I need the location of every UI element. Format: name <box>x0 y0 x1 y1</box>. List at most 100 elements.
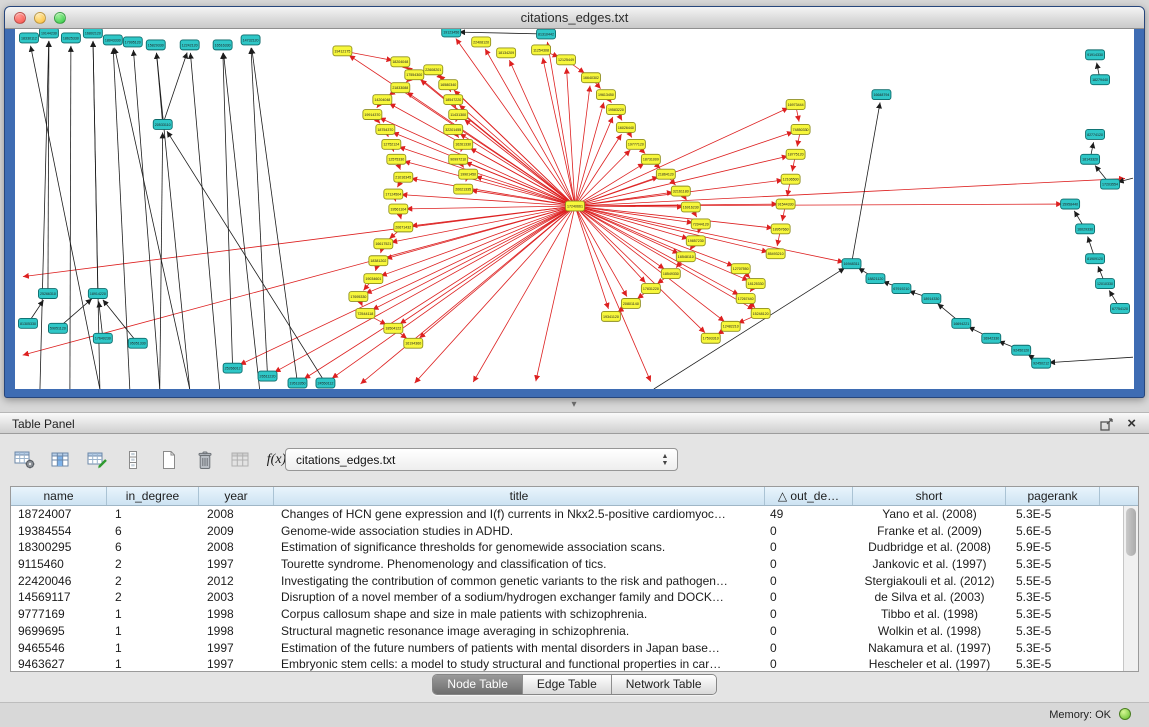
graph-edge[interactable] <box>575 206 645 283</box>
graph-edge[interactable] <box>399 147 575 206</box>
column-header-1[interactable]: in_degree <box>107 487 199 505</box>
graph-edge[interactable] <box>536 206 575 381</box>
tab-network-table[interactable]: Network Table <box>611 675 716 694</box>
graph-edge[interactable] <box>575 206 768 252</box>
table-toolbar: f(x) <box>12 447 289 473</box>
table-cell: Stergiakouli et al. (2012) <box>853 573 1006 590</box>
table-row[interactable]: 946554611997Estimation of the future num… <box>11 640 1123 657</box>
table-settings-icon[interactable] <box>12 448 37 472</box>
graph-edge[interactable] <box>459 32 546 34</box>
table-row[interactable]: 2242004622012Investigating the contribut… <box>11 573 1123 590</box>
tab-edge-table[interactable]: Edge Table <box>522 675 611 694</box>
graph-edge[interactable] <box>401 195 575 206</box>
table-row[interactable]: 946362711997Embryonic stem cells: a mode… <box>11 656 1123 671</box>
delete-icon[interactable] <box>192 448 217 472</box>
graph-edge[interactable] <box>113 48 130 389</box>
graph-edge[interactable] <box>190 53 219 389</box>
graph-edge[interactable] <box>23 206 575 277</box>
table-row[interactable]: 969969511998Structural magnetic resonanc… <box>11 623 1123 640</box>
column-chooser-icon[interactable] <box>48 448 73 472</box>
graph-edge[interactable] <box>223 53 233 368</box>
table-cell: 6 <box>107 539 199 556</box>
table-row[interactable]: 1456911722003Disruption of a novel membe… <box>11 589 1123 606</box>
graph-edge[interactable] <box>275 206 575 372</box>
new-file-icon[interactable] <box>156 448 181 472</box>
graph-node-label: 18754370 <box>377 128 393 132</box>
graph-edge[interactable] <box>852 102 881 263</box>
graph-node-label: 16648794 <box>873 93 889 97</box>
table-cell: 5.5E-5 <box>1006 573 1100 590</box>
graph-edge[interactable] <box>163 52 187 124</box>
graph-node-label: 21016345 <box>395 176 411 180</box>
table-cell: Yano et al. (2008) <box>853 506 1006 523</box>
graph-node-label: 16973444 <box>788 103 804 107</box>
graph-edge[interactable] <box>70 46 71 389</box>
graph-node-label: 24550112 <box>317 381 333 385</box>
graph-edge[interactable] <box>400 206 575 324</box>
graph-node-label: 21833088 <box>392 86 408 90</box>
table-selector-dropdown[interactable]: citations_edges.txt ▲▼ <box>285 448 678 471</box>
node-table: namein_degreeyeartitle△ out_de…shortpage… <box>10 486 1139 672</box>
graph-node-label: 16029330 <box>1077 227 1093 231</box>
graph-edge[interactable] <box>40 41 49 389</box>
row-tools-icon[interactable] <box>120 448 145 472</box>
column-header-2[interactable]: year <box>199 487 274 505</box>
table-cell: 5.3E-5 <box>1006 506 1100 523</box>
table-row[interactable]: 1872400712008Changes of HCN gene express… <box>11 506 1123 523</box>
graph-edge[interactable] <box>1049 357 1133 362</box>
table-edit-icon[interactable] <box>84 448 109 472</box>
table-row[interactable]: 1938455462009Genome-wide association stu… <box>11 523 1123 540</box>
close-panel-icon[interactable]: × <box>1127 415 1136 433</box>
table-cell: 0 <box>765 589 853 606</box>
table-row[interactable]: 977716911998Corpus callosum shape and si… <box>11 606 1123 623</box>
import-table-icon[interactable] <box>228 448 253 472</box>
graph-edge[interactable] <box>156 53 162 125</box>
graph-edge[interactable] <box>115 48 190 389</box>
graph-node-label: 17240661 <box>567 204 583 208</box>
graph-node-label: 19777120 <box>628 143 644 147</box>
table-cell: 1 <box>107 606 199 623</box>
graph-edge[interactable] <box>464 119 575 206</box>
graph-node-label: 15248120 <box>753 312 769 316</box>
memory-status-indicator[interactable] <box>1119 708 1131 720</box>
graph-edge[interactable] <box>23 206 575 355</box>
window-titlebar[interactable]: citations_edges.txt <box>5 7 1144 29</box>
graph-edge[interactable] <box>380 118 575 206</box>
graph-edge[interactable] <box>575 206 754 309</box>
column-header-6[interactable]: pagerank <box>1006 487 1100 505</box>
vertical-scrollbar[interactable] <box>1123 506 1138 671</box>
graph-edge[interactable] <box>575 150 630 206</box>
graph-edge[interactable] <box>93 41 98 294</box>
column-header-5[interactable]: short <box>853 487 1006 505</box>
graph-node-label: 19914370 <box>364 113 380 117</box>
network-canvas[interactable]: 1724066119412175182040481755430021833088… <box>15 29 1134 389</box>
table-row[interactable]: 911546021997Tourette syndrome. Phenomeno… <box>11 556 1123 573</box>
graph-edge[interactable] <box>381 206 575 276</box>
table-cell: 9465546 <box>11 640 107 657</box>
table-header-row: namein_degreeyeartitle△ out_de…shortpage… <box>11 487 1138 506</box>
float-panel-icon[interactable] <box>1100 418 1113 431</box>
tab-node-table[interactable]: Node Table <box>433 675 522 694</box>
column-header-3[interactable]: title <box>274 487 765 505</box>
graph-edge[interactable] <box>575 156 788 206</box>
graph-edge[interactable] <box>575 179 1125 206</box>
graph-edge[interactable] <box>99 301 103 338</box>
graph-edge[interactable] <box>167 131 325 383</box>
graph-edge[interactable] <box>160 132 163 389</box>
graph-edge[interactable] <box>361 206 575 384</box>
graph-node-label: 11431300 <box>450 113 466 117</box>
graph-edge[interactable] <box>575 206 627 297</box>
column-header-0[interactable]: name <box>11 487 107 505</box>
panel-divider-handle[interactable]: ▾ <box>566 399 582 411</box>
graph-edge[interactable] <box>304 206 575 379</box>
graph-node-label: 20671432 <box>395 225 411 229</box>
graph-edge[interactable] <box>251 48 268 376</box>
graph-node-label: 95051330 <box>130 342 146 346</box>
table-row[interactable]: 1830029562008Estimation of significance … <box>11 539 1123 556</box>
graph-node-label: 18547220 <box>445 98 461 102</box>
graph-edge[interactable] <box>406 206 575 209</box>
graph-edge[interactable] <box>252 48 298 383</box>
column-header-4[interactable]: △ out_de… <box>765 487 853 505</box>
vertical-scrollbar-thumb[interactable] <box>1126 508 1136 556</box>
graph-node-label: 20021335 <box>455 188 471 192</box>
